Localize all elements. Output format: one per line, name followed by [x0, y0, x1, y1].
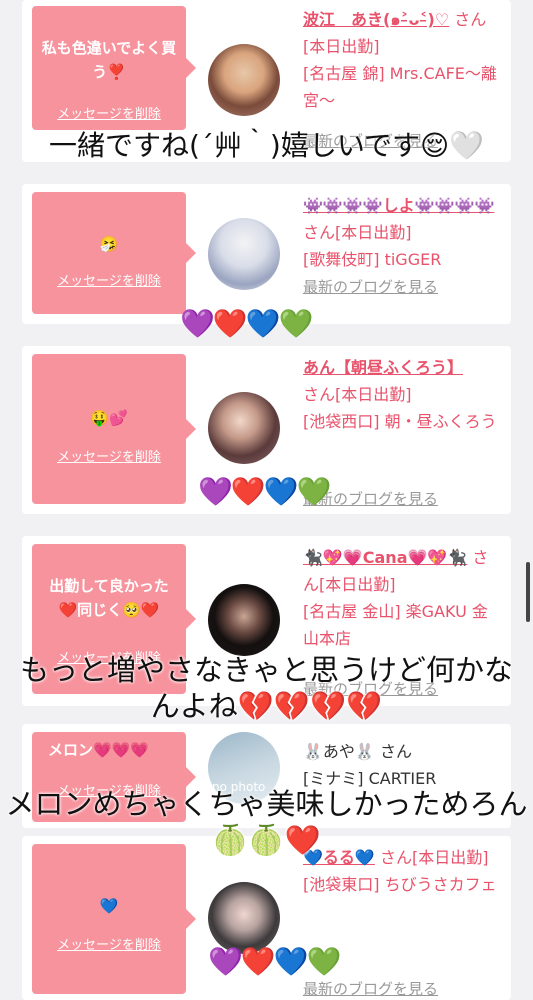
message-text: 私も色違いでよく買う❣️ — [41, 39, 177, 81]
heart-emoji-row: 💜❤️💙💚 — [180, 307, 313, 340]
girl-name-link[interactable]: 🐈‍⬛💖💗Cana💗💖🐈‍⬛ — [303, 548, 467, 567]
girl-name-link[interactable]: 波江 あき(๑˃̵ᴗ˂̵)♡ — [303, 10, 449, 29]
delete-message-link[interactable]: メッセージを削除 — [32, 103, 186, 122]
girl-info: あん【朝昼ふくろう】 さん[本日出勤] [池袋西口] 朝・昼ふくろう 最新のブロ… — [303, 354, 503, 508]
girl-info: 波江 あき(๑˃̵ᴗ˂̵)♡ さん[本日出勤] [名古屋 錦] Mrs.CAFE… — [303, 6, 503, 150]
latest-blog-link[interactable]: 最新のブログを見る — [303, 976, 438, 1000]
delete-message-link[interactable]: メッセージを削除 — [32, 446, 186, 465]
avatar[interactable] — [208, 882, 280, 954]
message-text: 出勤して良かった❤️同じく🥺❤️ — [49, 577, 169, 619]
message-bubble: 私も色違いでよく買う❣️ メッセージを削除 — [32, 6, 196, 130]
message-text: 🤧 — [99, 235, 119, 253]
status-text: さん — [379, 742, 412, 761]
girl-info: 👾👾👾👾しよ👾👾👾👾 さん[本日出勤] [歌舞伎町] tiGGER 最新のブログ… — [303, 192, 503, 301]
overlay-caption: 一緒ですね(´艸｀)嬉しいです😌🤍 — [48, 129, 485, 162]
message-text: 🤑💕 — [90, 409, 128, 427]
girl-name-link[interactable]: 👾👾👾👾しよ👾👾👾👾 — [303, 196, 494, 215]
shop-link[interactable]: [池袋西口] 朝・昼ふくろう — [303, 412, 497, 431]
message-bubble: 🤧 メッセージを削除 — [32, 192, 196, 314]
shop-link[interactable]: [名古屋 錦] Mrs.CAFE〜離宮〜 — [303, 64, 497, 110]
avatar[interactable] — [208, 218, 280, 290]
girl-info: 🐰あや🐰 さん [ミナミ] CARTIER — [303, 738, 503, 792]
girl-name-link[interactable]: あん【朝昼ふくろう】 — [303, 358, 463, 377]
girl-info: 🐈‍⬛💖💗Cana💗💖🐈‍⬛ さん[本日出勤] [名古屋 金山] 楽GAKU 金… — [303, 544, 503, 698]
delete-message-link[interactable]: メッセージを削除 — [32, 270, 186, 289]
scrollbar[interactable] — [526, 562, 530, 622]
shop-link[interactable]: [歌舞伎町] tiGGER — [303, 250, 441, 269]
overlay-caption: もっと増やさなきゃと思うけど何かなんよね💔💔💔💔 — [19, 653, 513, 723]
heart-emoji-row: 💜❤️💙💚 — [208, 945, 341, 978]
avatar[interactable] — [208, 584, 280, 656]
delete-message-link[interactable]: メッセージを削除 — [32, 934, 186, 953]
notification-card: 🤧 メッセージを削除 👾👾👾👾しよ👾👾👾👾 さん[本日出勤] [歌舞伎町] ti… — [22, 184, 511, 324]
overlay-caption: メロンめちゃくちゃ美味しかっためろん🍈🍈❤️ — [5, 787, 528, 857]
avatar[interactable] — [208, 44, 280, 116]
shop-link[interactable]: [名古屋 金山] 楽GAKU 金山本店 — [303, 602, 488, 648]
message-bubble: 💙 メッセージを削除 — [32, 844, 196, 994]
avatar[interactable] — [208, 392, 280, 464]
heart-emoji-row: 💜❤️💙💚 — [198, 475, 331, 508]
latest-blog-link[interactable]: 最新のブログを見る — [303, 278, 438, 296]
shop-link[interactable]: [池袋東口] ちびうさカフェ — [303, 875, 497, 894]
girl-name-link[interactable]: 🐰あや🐰 — [303, 742, 375, 761]
message-bubble: 🤑💕 メッセージを削除 — [32, 354, 196, 504]
status-text: さん[本日出勤] — [303, 385, 412, 404]
message-text: メロン💗💗💗 — [48, 741, 150, 759]
status-text: さん[本日出勤] — [303, 223, 412, 242]
